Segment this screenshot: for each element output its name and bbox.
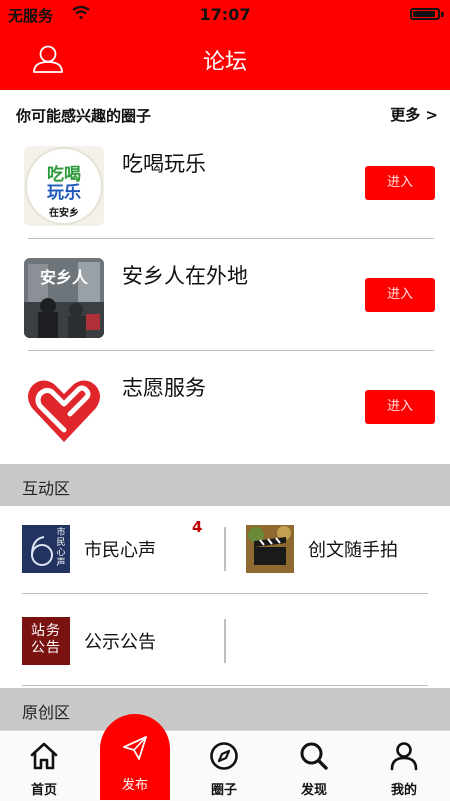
more-link[interactable]: 更多 > [390, 104, 438, 125]
tab-discover[interactable]: 发现 [274, 731, 354, 801]
tab-publish[interactable]: 发布 [100, 714, 170, 800]
tab-label: 圈子 [210, 783, 237, 798]
interaction-section-header: 互动区 [0, 464, 450, 506]
thumb-line-3: 在安乡 [49, 208, 79, 219]
person-icon [390, 742, 418, 771]
enter-button[interactable]: 进入 [365, 278, 435, 312]
circle-item-eat-drink[interactable]: 吃喝 玩乐 在安乡 吃喝玩乐 进入 [0, 138, 450, 250]
grid-item-civilization-photo[interactable]: 创文随手拍 [246, 519, 436, 579]
page-title: 论坛 [202, 50, 247, 75]
divider [22, 593, 428, 594]
tab-bar: 首页 圈子 发现 我的 [0, 730, 450, 801]
circle-name: 安乡人在外地 [122, 264, 248, 288]
volunteer-heart-icon [24, 370, 104, 450]
tab-mine[interactable]: 我的 [364, 731, 444, 801]
enter-button[interactable]: 进入 [365, 390, 435, 424]
status-bar: 无服务 17:07 [0, 0, 450, 30]
grid-item-citizen-voice[interactable]: 市民心声 市民心声 [22, 519, 212, 579]
tab-home[interactable]: 首页 [4, 731, 84, 801]
grid-item-label: 公示公告 [84, 632, 156, 653]
citizen-voice-icon: 市民心声 [22, 525, 70, 573]
announcement-icon: 站务公告 [22, 617, 70, 665]
circle-item-anxiang-abroad[interactable]: 安乡人 安乡人在外地 进入 [0, 250, 450, 362]
unread-badge: 4 [192, 518, 203, 536]
recommended-circles-header: 你可能感兴趣的圈子 更多 > [0, 90, 450, 138]
divider [22, 685, 428, 686]
section-title: 原创区 [22, 703, 71, 722]
icon-caption: 站务公告 [31, 623, 61, 656]
nav-bar: 论坛 [0, 30, 450, 90]
divider [28, 350, 434, 351]
section-title: 你可能感兴趣的圈子 [16, 107, 152, 125]
battery-icon [410, 8, 440, 20]
tab-label: 发布 [121, 778, 148, 793]
paper-plane-icon [123, 736, 147, 760]
thumb-line-2: 玩乐 [47, 183, 81, 203]
grid-item-announcements[interactable]: 站务公告 公示公告 [22, 611, 212, 671]
film-clapper-icon [246, 525, 294, 573]
compass-icon [210, 742, 238, 770]
tab-circles[interactable]: 圈子 [184, 731, 264, 801]
grid-item-label: 创文随手拍 [308, 540, 398, 561]
circle-name: 志愿服务 [122, 376, 206, 400]
clock: 17:07 [199, 5, 251, 24]
tab-label: 发现 [300, 783, 327, 798]
thumb-caption: 安乡人 [39, 268, 88, 287]
grid-item-label: 市民心声 [84, 540, 156, 561]
divider [224, 527, 226, 571]
thumb-line-1: 吃喝 [47, 165, 81, 185]
divider [224, 619, 226, 663]
battery-tip [441, 12, 444, 17]
circle-name: 吃喝玩乐 [122, 152, 206, 176]
circle-thumbnail: 吃喝 玩乐 在安乡 [24, 146, 104, 226]
circle-item-volunteer[interactable]: 志愿服务 进入 [0, 362, 450, 474]
search-icon [300, 742, 328, 770]
home-icon [30, 742, 58, 770]
icon-caption: 市民心声 [56, 528, 66, 568]
original-section-header: 原创区 [0, 688, 450, 730]
circle-thumbnail: 安乡人 [24, 258, 104, 338]
section-title: 互动区 [22, 479, 71, 498]
tab-label: 我的 [390, 783, 417, 798]
tab-label: 首页 [30, 783, 57, 798]
enter-button[interactable]: 进入 [365, 166, 435, 200]
divider [28, 238, 434, 239]
